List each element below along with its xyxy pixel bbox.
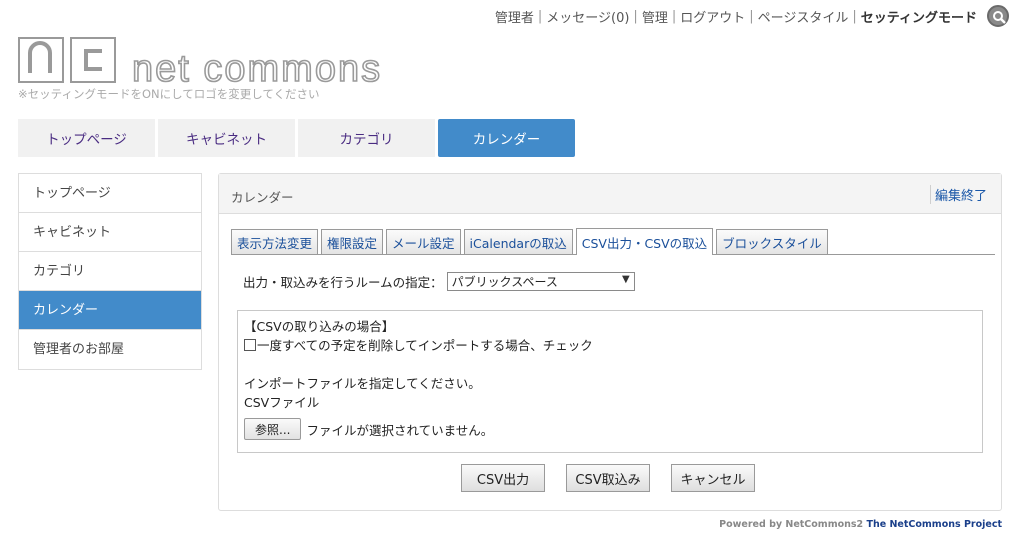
main-tabs: トップページ キャビネット カテゴリ カレンダー	[18, 119, 578, 157]
action-buttons: CSV出力 CSV取込み キャンセル	[461, 464, 776, 492]
tab-cabinet[interactable]: キャビネット	[158, 119, 295, 157]
delete-all-checkbox[interactable]	[244, 339, 256, 351]
sidebar-item-category[interactable]: カテゴリ	[19, 252, 201, 291]
menu-manage[interactable]: 管理	[638, 7, 672, 26]
tab-mail-settings[interactable]: メール設定	[386, 229, 461, 254]
cancel-button[interactable]: キャンセル	[671, 464, 755, 492]
sidebar-item-top-page[interactable]: トップページ	[19, 174, 201, 213]
settings-tabs: 表示方法変更 権限設定 メール設定 iCalendarの取込 CSV出力・CSV…	[231, 228, 995, 255]
import-instruction: インポートファイルを指定してください。	[244, 376, 481, 391]
browse-button[interactable]: 参照...	[244, 418, 302, 440]
menu-messages[interactable]: メッセージ(0)	[542, 7, 633, 26]
csv-import-button[interactable]: CSV取込み	[566, 464, 650, 492]
csv-import-box: 【CSVの取り込みの場合】 一度すべての予定を削除してインポートする場合、チェッ…	[237, 310, 983, 453]
sidebar-item-cabinet[interactable]: キャビネット	[19, 213, 201, 252]
panel-title: カレンダー	[231, 190, 294, 205]
project-link[interactable]: The NetCommons Project	[866, 519, 1002, 530]
edit-end-link[interactable]: 編集終了	[929, 185, 987, 204]
room-select[interactable]: パブリックスペース ▼	[446, 272, 635, 291]
menu-setting-mode[interactable]: セッティングモード	[857, 7, 981, 26]
delete-all-row: 一度すべての予定を削除してインポートする場合、チェック	[244, 336, 976, 355]
chevron-down-icon: ▼	[621, 274, 630, 285]
tab-permissions[interactable]: 権限設定	[321, 229, 384, 254]
room-selector-row: 出力・取込みを行うルームの指定： パブリックスペース ▼	[243, 272, 635, 291]
menu-admin-user[interactable]: 管理者	[491, 7, 538, 26]
sidebar-item-calendar[interactable]: カレンダー	[19, 291, 201, 330]
csv-export-button[interactable]: CSV出力	[461, 464, 545, 492]
delete-all-label: 一度すべての予定を削除してインポートする場合、チェック	[257, 338, 593, 353]
logo-text: net commons	[132, 48, 382, 85]
room-select-value: パブリックスペース	[451, 275, 558, 289]
powered-by: Powered by NetCommons2	[719, 519, 864, 530]
tab-icalendar-import[interactable]: iCalendarの取込	[463, 229, 573, 254]
file-status: ファイルが選択されていません。	[306, 422, 494, 438]
menu-logout[interactable]: ログアウト	[676, 7, 749, 26]
tab-calendar[interactable]: カレンダー	[438, 119, 575, 157]
setting-mode-toggle-icon[interactable]	[987, 5, 1009, 27]
tab-csv-export-import[interactable]: CSV出力・CSVの取込	[575, 228, 714, 255]
footer: Powered by NetCommons2 The NetCommons Pr…	[719, 519, 1002, 530]
logo-note: ※セッティングモードをONにしてロゴを変更してください	[18, 87, 320, 101]
sidebar: トップページ キャビネット カテゴリ カレンダー 管理者のお部屋	[18, 173, 202, 370]
sidebar-item-admin-room[interactable]: 管理者のお部屋	[19, 330, 201, 369]
tab-top-page[interactable]: トップページ	[18, 119, 155, 157]
menu-page-style[interactable]: ページスタイル	[754, 7, 853, 26]
csv-file-label: CSVファイル	[244, 395, 320, 410]
room-label: 出力・取込みを行うルームの指定：	[243, 275, 443, 290]
tab-block-style[interactable]: ブロックスタイル	[716, 229, 828, 254]
calendar-settings-panel: カレンダー 編集終了 表示方法変更 権限設定 メール設定 iCalendarの取…	[218, 173, 1002, 511]
tab-display-method[interactable]: 表示方法変更	[231, 229, 319, 254]
tab-category[interactable]: カテゴリ	[298, 119, 435, 157]
top-menu: 管理者 | メッセージ(0) | 管理 | ログアウト | ページスタイル | セッティン…	[491, 5, 1009, 27]
csv-import-heading: 【CSVの取り込みの場合】	[244, 319, 395, 334]
file-input-row: 参照... ファイルが選択されていません。	[244, 418, 976, 440]
panel-header: カレンダー 編集終了	[219, 174, 1001, 214]
site-logo[interactable]: net commons	[18, 37, 418, 91]
